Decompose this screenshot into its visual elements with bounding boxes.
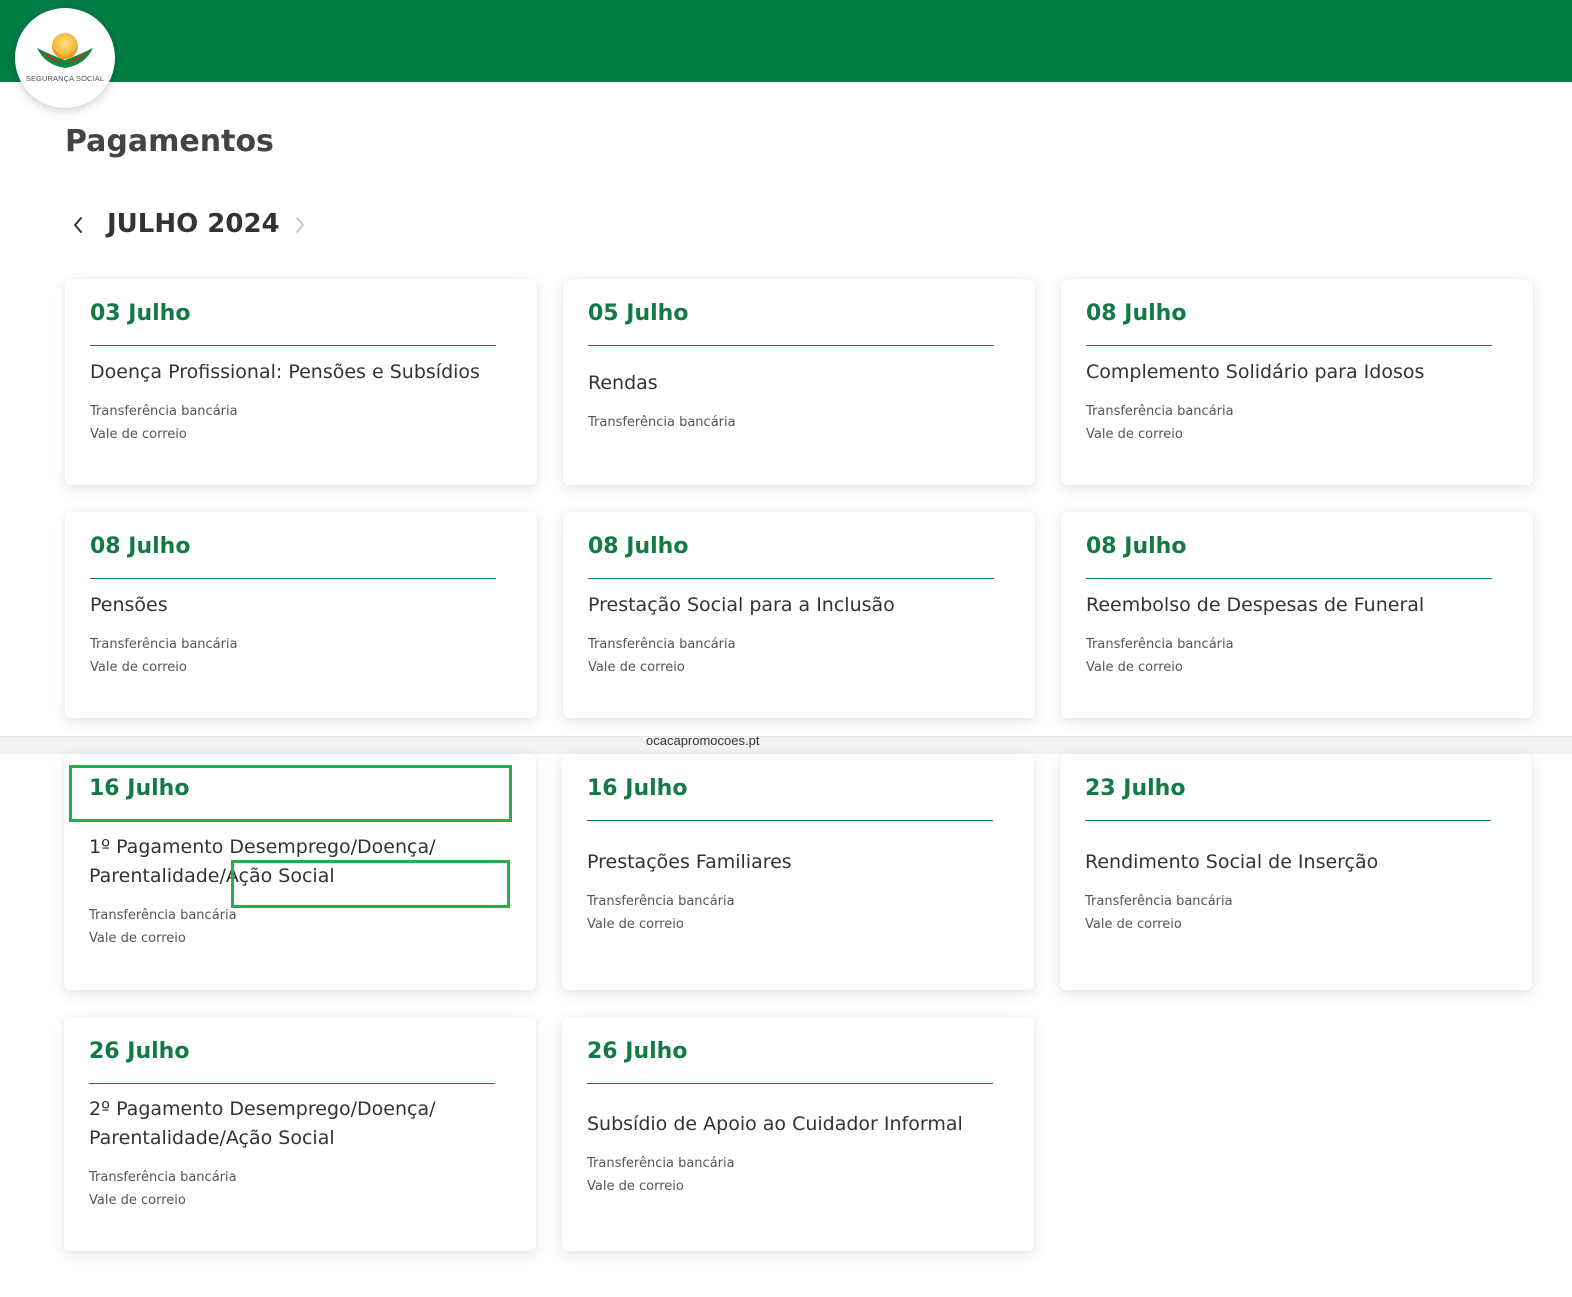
- payment-method: Vale de correio: [588, 659, 685, 675]
- payment-card[interactable]: 16 Julho Prestações Familiares Transferê…: [562, 754, 1034, 990]
- benefit-name: 2º Pagamento Desemprego/Doença/ Parental…: [89, 1098, 436, 1149]
- payment-date: 08 Julho: [1086, 301, 1187, 326]
- current-month-label: JULHO 2024: [107, 209, 280, 239]
- payment-method: Transferência bancária: [90, 636, 238, 652]
- payment-method: Vale de correio: [90, 426, 187, 442]
- payment-method: Transferência bancária: [1086, 636, 1234, 652]
- payment-method: Vale de correio: [89, 1193, 186, 1208]
- next-month-button[interactable]: [287, 207, 313, 243]
- payment-card[interactable]: 05 Julho Rendas Transferência bancária: [563, 279, 1035, 485]
- payment-method: Vale de correio: [1085, 916, 1182, 932]
- payment-method: Transferência bancária: [90, 403, 238, 419]
- payment-method: Vale de correio: [90, 659, 187, 675]
- payment-date: 03 Julho: [90, 301, 191, 326]
- page-title: Pagamentos: [65, 124, 274, 159]
- chevron-left-icon: [74, 217, 82, 233]
- payment-method: Vale de correio: [89, 931, 186, 946]
- watermark-text: ocacapromocoes.pt: [646, 733, 760, 748]
- payment-card[interactable]: 08 Julho Reembolso de Despesas de Funera…: [1061, 512, 1533, 718]
- payment-card[interactable]: 03 Julho Doença Profissional: Pensões e …: [65, 279, 537, 485]
- payment-method: Transferência bancária: [1086, 403, 1234, 419]
- payment-card[interactable]: 26 Julho 2º Pagamento Desemprego/Doença/…: [64, 1017, 536, 1251]
- benefit-name: Reembolso de Despesas de Funeral: [1086, 593, 1425, 616]
- logo-text: SEGURANÇA SOCIAL: [25, 74, 105, 83]
- benefit-name: Prestação Social para a Inclusão: [588, 593, 895, 616]
- payment-date: 16 Julho: [89, 776, 190, 801]
- top-header-bar: [0, 0, 1572, 82]
- payment-card[interactable]: 26 Julho Subsídio de Apoio ao Cuidador I…: [562, 1017, 1034, 1251]
- payment-method: Transferência bancária: [1085, 893, 1233, 909]
- benefit-name: Pensões: [90, 593, 168, 616]
- logo-emblem-icon: [37, 33, 93, 68]
- payment-card[interactable]: 08 Julho Complemento Solidário para Idos…: [1061, 279, 1533, 485]
- payment-date: 08 Julho: [90, 534, 191, 559]
- payment-date: 23 Julho: [1085, 776, 1186, 801]
- payment-method: Vale de correio: [1086, 426, 1183, 442]
- previous-month-button[interactable]: [65, 207, 91, 243]
- benefit-name: Prestações Familiares: [587, 850, 792, 873]
- payment-date: 05 Julho: [588, 301, 689, 326]
- payment-method: Transferência bancária: [588, 415, 736, 430]
- payment-date: 08 Julho: [1086, 534, 1187, 559]
- benefit-name: Complemento Solidário para Idosos: [1086, 360, 1425, 383]
- payment-method: Transferência bancária: [587, 1155, 735, 1171]
- chevron-right-icon: [296, 217, 304, 233]
- benefit-name: Subsídio de Apoio ao Cuidador Informal: [587, 1112, 963, 1135]
- payment-method: Vale de correio: [1086, 659, 1183, 675]
- payment-date: 26 Julho: [587, 1039, 688, 1064]
- benefit-name: Doença Profissional: Pensões e Subsídios: [90, 360, 480, 383]
- payment-card[interactable]: 08 Julho Prestação Social para a Inclusã…: [563, 512, 1035, 718]
- payment-method: Vale de correio: [587, 916, 684, 932]
- payment-method: Vale de correio: [587, 1178, 684, 1194]
- payment-method: Transferência bancária: [89, 908, 237, 923]
- payment-card[interactable]: 08 Julho Pensões Transferência bancária …: [65, 512, 537, 718]
- payment-method: Transferência bancária: [587, 893, 735, 909]
- payment-method: Transferência bancária: [89, 1170, 237, 1185]
- payment-card[interactable]: 23 Julho Rendimento Social de Inserção T…: [1060, 754, 1532, 990]
- payment-card[interactable]: 16 Julho 1º Pagamento Desemprego/Doença/…: [64, 754, 536, 990]
- payment-date: 08 Julho: [588, 534, 689, 559]
- payment-date: 26 Julho: [89, 1039, 190, 1064]
- payment-date: 16 Julho: [587, 776, 688, 801]
- benefit-name: Rendas: [588, 372, 658, 394]
- benefit-name: 1º Pagamento Desemprego/Doença/ Parental…: [89, 836, 436, 887]
- watermark-strip: [0, 736, 1572, 754]
- seguranca-social-logo[interactable]: SEGURANÇA SOCIAL: [15, 8, 115, 108]
- benefit-name: Rendimento Social de Inserção: [1085, 850, 1379, 873]
- payment-method: Transferência bancária: [588, 636, 736, 652]
